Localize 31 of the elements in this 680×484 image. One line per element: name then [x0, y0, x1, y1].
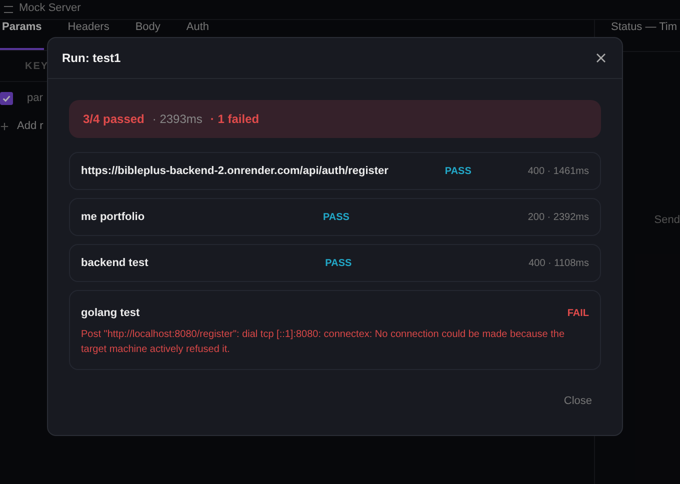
- menu-icon[interactable]: [4, 6, 13, 13]
- request-name: me portfolio: [81, 211, 145, 223]
- column-header: KEY: [25, 60, 49, 72]
- param-name: par: [27, 92, 43, 104]
- tab[interactable]: Headers: [66, 20, 112, 50]
- request-name: golang test: [81, 307, 140, 319]
- response-meta: 400 · 1108ms: [528, 258, 589, 268]
- close-icon[interactable]: [596, 53, 606, 63]
- failed-count: · 1 failed: [210, 112, 260, 126]
- result-status: FAIL: [567, 308, 589, 318]
- status-header: Status — Tim: [611, 21, 678, 33]
- total-duration: · 2393ms: [152, 112, 202, 126]
- request-name: backend test: [81, 257, 148, 269]
- response-meta: 400 · 1461ms: [528, 166, 589, 176]
- send-hint: Send: [654, 214, 680, 226]
- mock-server-label: Mock Server: [19, 2, 81, 14]
- tab[interactable]: Params: [0, 20, 44, 50]
- dialog-title: Run: test1: [62, 51, 121, 65]
- close-button[interactable]: Close: [564, 395, 592, 407]
- result-status: PASS: [325, 258, 352, 268]
- add-row-link[interactable]: Add r: [17, 120, 44, 132]
- checkbox[interactable]: [0, 92, 13, 104]
- passed-count: 3/4 passed: [83, 112, 144, 126]
- result-status: PASS: [444, 166, 472, 176]
- tab[interactable]: Auth: [184, 20, 212, 50]
- tab[interactable]: Body: [133, 20, 162, 50]
- response-meta: 200 · 2392ms: [528, 212, 589, 222]
- error-message: Post "http://localhost:8080/register": dial tcp [::1]:8080: connectex: No connection could be made because the target machine actively refused it.: [81, 328, 566, 357]
- request-name: https://bibleplus-backend-2.onrender.com/api/auth/register: [81, 165, 388, 177]
- result-status: PASS: [322, 212, 350, 222]
- plus-icon: [0, 122, 9, 130]
